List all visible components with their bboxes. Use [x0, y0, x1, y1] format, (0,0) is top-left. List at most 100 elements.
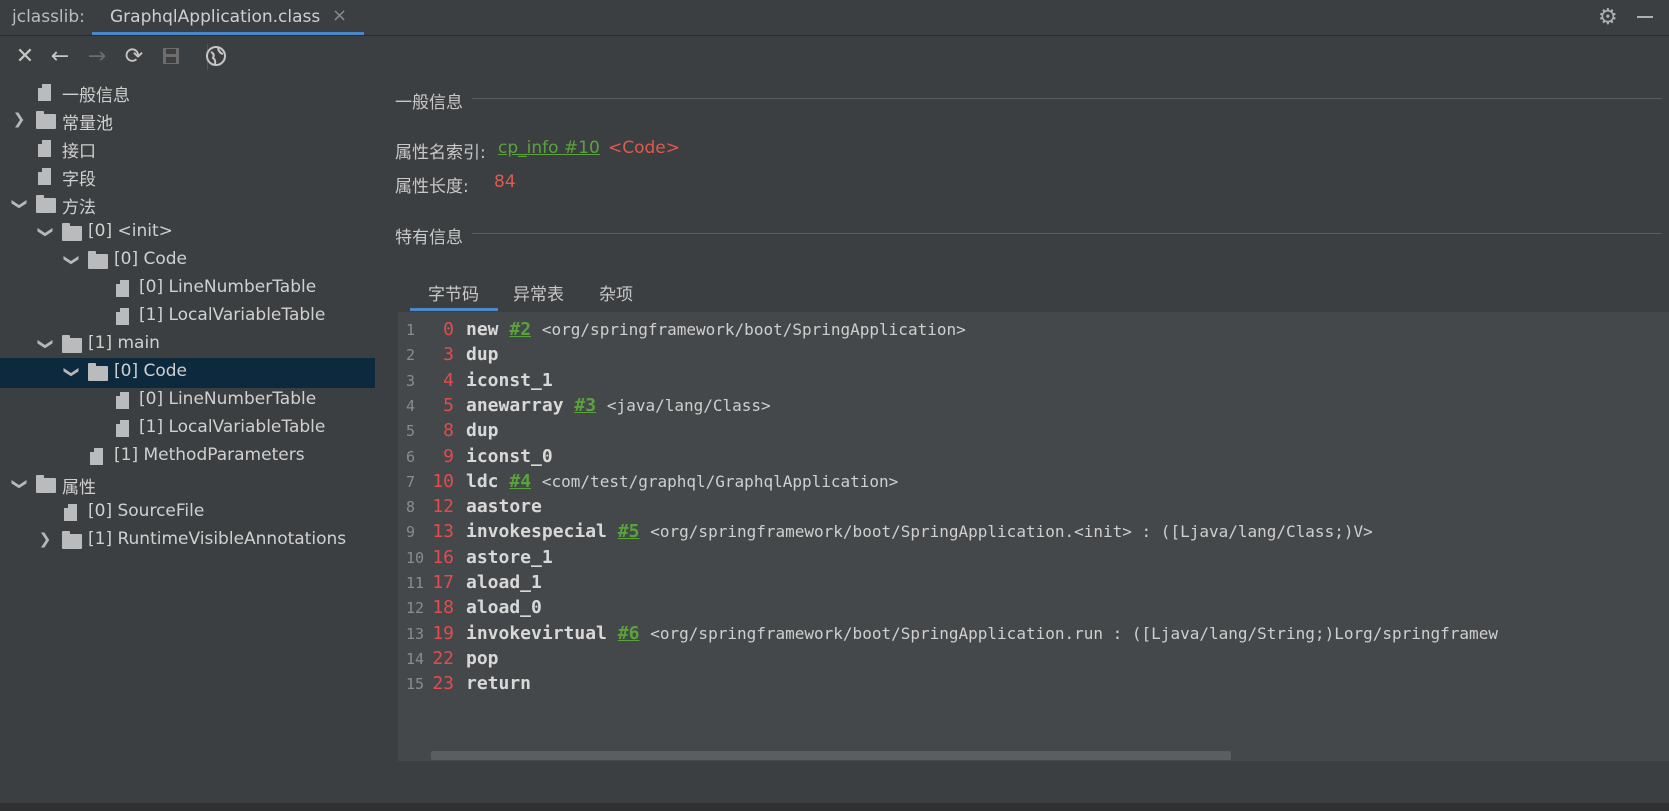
tree-item-label: [0] <init> — [88, 221, 173, 241]
gear-icon[interactable]: ⚙ — [1598, 5, 1618, 30]
bytecode-line: 3 4 iconst_1 — [398, 369, 1669, 394]
back-arrow-icon[interactable]: ← — [45, 42, 75, 70]
structure-tree: 一般信息 ❯ 常量池 接口 字段 ❯ 方法 ❯ [0] <init> ❯ [0]… — [0, 78, 398, 803]
opcode: iconst_0 — [466, 445, 553, 467]
chevron-down-icon[interactable]: ❯ — [61, 365, 81, 379]
opcode: dup — [466, 420, 499, 442]
bytecode-line: 5 8 dup — [398, 419, 1669, 444]
editor-tab[interactable]: GraphqlApplication.class × — [92, 0, 364, 35]
instruction-offset: 19 — [432, 622, 454, 644]
chevron-down-icon[interactable]: ❯ — [9, 197, 29, 211]
bytecode-line: 8 12 aastore — [398, 495, 1669, 520]
file-icon — [116, 280, 129, 297]
tree-item-main-local-variable-table[interactable]: [1] LocalVariableTable — [0, 414, 398, 444]
tree-item-general-info[interactable]: 一般信息 — [0, 78, 398, 108]
tree-item-label: [0] LineNumberTable — [139, 277, 317, 297]
detail-panel: 一般信息 属性名索引: cp_info #10 <Code> 属性长度: 84 … — [395, 78, 1669, 803]
tree-item-runtime-visible-annotations[interactable]: ❯ [1] RuntimeVisibleAnnotations — [0, 526, 398, 556]
instruction: aload_0 — [466, 597, 542, 618]
folder-icon — [62, 223, 82, 241]
chevron-down-icon[interactable]: ❯ — [35, 337, 55, 351]
constant-pool-link[interactable]: #3 — [574, 395, 596, 416]
instruction: dup — [466, 344, 499, 365]
tree-item-attributes[interactable]: ❯ 属性 — [0, 470, 398, 500]
scrollbar-thumb[interactable] — [431, 751, 1231, 760]
tree-item-interfaces[interactable]: 接口 — [0, 134, 398, 164]
tab-exception-table[interactable]: 异常表 — [513, 280, 564, 310]
tree-item-label: [1] MethodParameters — [114, 445, 305, 465]
close-icon[interactable]: × — [332, 5, 347, 26]
operand-comment: <com/test/graphql/GraphqlApplication> — [541, 471, 899, 491]
instruction: iconst_0 — [466, 446, 553, 467]
tree-item-methods[interactable]: ❯ 方法 — [0, 190, 398, 220]
bytecode-line: 2 3 dup — [398, 343, 1669, 368]
constant-pool-link[interactable]: #4 — [509, 471, 531, 492]
tree-item-fields[interactable]: 字段 — [0, 162, 398, 192]
chevron-right-icon[interactable]: ❯ — [38, 530, 52, 550]
instruction: anewarray #3 <java/lang/Class> — [466, 395, 771, 416]
tree-item-init-line-number-table[interactable]: [0] LineNumberTable — [0, 274, 398, 304]
constant-pool-link[interactable]: #2 — [509, 319, 531, 340]
cp-info-link[interactable]: cp_info #10 — [498, 138, 600, 158]
tree-item-label: 方法 — [62, 198, 96, 218]
instruction: aload_1 — [466, 572, 542, 593]
file-icon — [116, 392, 129, 409]
constant-pool-link[interactable]: #6 — [618, 623, 640, 644]
instruction: invokespecial #5 <org/springframework/bo… — [466, 521, 1373, 542]
chevron-down-icon[interactable]: ❯ — [9, 477, 29, 491]
bytecode-line: 4 5 anewarray #3 <java/lang/Class> — [398, 394, 1669, 419]
instruction: aastore — [466, 496, 542, 517]
tree-item-source-file[interactable]: [0] SourceFile — [0, 498, 398, 528]
horizontal-scrollbar[interactable] — [398, 749, 1669, 761]
close-icon[interactable]: ✕ — [10, 42, 40, 70]
section-divider — [472, 233, 1662, 234]
globe-icon[interactable] — [201, 42, 231, 70]
instruction-offset: 9 — [443, 445, 454, 467]
active-subtab-indicator — [410, 308, 498, 311]
tab-misc[interactable]: 杂项 — [599, 280, 633, 310]
tree-item-main-line-number-table[interactable]: [0] LineNumberTable — [0, 386, 398, 416]
opcode: aload_1 — [466, 572, 542, 593]
instruction: invokevirtual #6 <org/springframework/bo… — [466, 623, 1498, 644]
file-icon — [116, 308, 129, 325]
instruction-offset: 13 — [432, 521, 454, 543]
app-label: jclasslib: — [12, 7, 85, 27]
tree-item-method-main[interactable]: ❯ [1] main — [0, 330, 398, 360]
refresh-icon[interactable]: ⟳ — [119, 42, 149, 70]
instruction-offset: 3 — [443, 344, 454, 366]
tree-item-label: [1] LocalVariableTable — [139, 305, 326, 325]
bytecode-line: 15 23 return — [398, 672, 1669, 697]
tree-item-label: 一般信息 — [62, 86, 130, 106]
forward-arrow-icon[interactable]: → — [82, 42, 112, 70]
tab-label: GraphqlApplication.class — [110, 7, 321, 27]
bytecode-line: 11 17 aload_1 — [398, 571, 1669, 596]
chevron-down-icon[interactable]: ❯ — [61, 253, 81, 267]
bytecode-line: 13 19 invokevirtual #6 <org/springframewor… — [398, 622, 1669, 647]
attr-length-value: 84 — [494, 172, 516, 192]
tree-item-init-local-variable-table[interactable]: [1] LocalVariableTable — [0, 302, 398, 332]
bytecode-line: 6 9 iconst_0 — [398, 445, 1669, 470]
instruction-offset: 12 — [432, 496, 454, 518]
instruction: iconst_1 — [466, 370, 553, 391]
minimize-icon[interactable] — [1637, 16, 1653, 18]
bytecode-view[interactable]: 1 0 new #2 <org/springframework/boot/Sprin… — [398, 312, 1669, 749]
file-icon — [38, 168, 51, 185]
instruction: dup — [466, 420, 499, 441]
bytecode-line: 9 13 invokespecial #5 <org/springframework… — [398, 520, 1669, 545]
tree-item-method-init[interactable]: ❯ [0] <init> — [0, 218, 398, 248]
tree-item-init-code[interactable]: ❯ [0] Code — [0, 246, 398, 276]
tree-item-main-code[interactable]: ❯ [0] Code — [0, 358, 375, 388]
bottom-border — [0, 803, 1669, 811]
chevron-down-icon[interactable]: ❯ — [35, 225, 55, 239]
folder-icon — [36, 195, 56, 213]
title-bar: jclasslib: GraphqlApplication.class × ⚙ — [0, 0, 1669, 36]
tree-item-method-parameters[interactable]: [1] MethodParameters — [0, 442, 398, 472]
constant-pool-link[interactable]: #5 — [618, 521, 640, 542]
file-icon — [116, 420, 129, 437]
chevron-right-icon[interactable]: ❯ — [12, 110, 26, 130]
instruction: astore_1 — [466, 547, 553, 568]
instruction-offset: 17 — [432, 572, 454, 593]
tab-bytecode[interactable]: 字节码 — [428, 280, 479, 310]
save-icon[interactable] — [156, 42, 186, 70]
tree-item-constant-pool[interactable]: ❯ 常量池 — [0, 106, 398, 136]
